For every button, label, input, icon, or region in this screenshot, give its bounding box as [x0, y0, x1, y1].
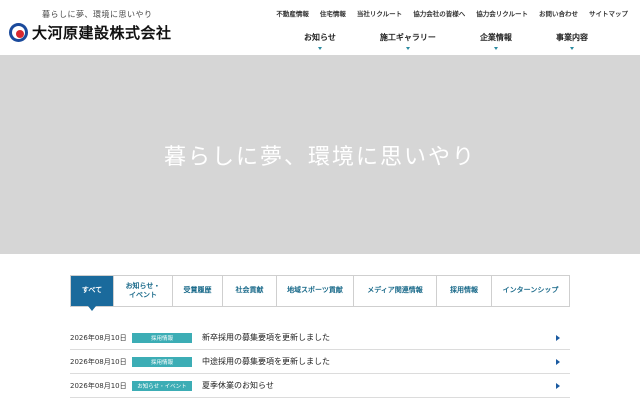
util-link-recruit[interactable]: 当社リクルート [357, 8, 402, 18]
util-link-realestate[interactable]: 不動産情報 [276, 8, 309, 18]
tab-local-sports[interactable]: 地域スポーツ貢献 [277, 276, 354, 306]
tab-recruit[interactable]: 採用情報 [437, 276, 492, 306]
site-header: 暮らしに夢、環境に思いやり 大河原建設株式会社 不動産情報 住宅情報 当社リクル… [0, 0, 640, 55]
caret-down-icon [405, 47, 410, 50]
tab-all[interactable]: すべて [71, 276, 114, 311]
arrow-right-icon [556, 334, 560, 341]
tab-awards[interactable]: 受賞履歴 [173, 276, 223, 306]
nav-item-gallery[interactable]: 施工ギャラリー [376, 32, 440, 50]
news-title[interactable]: 中途採用の募集要項を更新しました [202, 356, 330, 367]
tab-social-contribution[interactable]: 社会貢献 [223, 276, 277, 306]
news-category-badge: お知らせ・イベント [132, 380, 192, 391]
utility-nav: 不動産情報 住宅情報 当社リクルート 協力会社の皆様へ 協力会リクルート お問い… [276, 8, 628, 18]
nav-item-news[interactable]: お知らせ [300, 32, 340, 50]
caret-down-icon [493, 47, 498, 50]
news-category-badge: 採用情報 [132, 356, 192, 367]
tab-media[interactable]: メディア関連情報 [354, 276, 437, 306]
util-link-partner-recruit[interactable]: 協力会リクルート [476, 8, 528, 18]
nav-item-label: 施工ギャラリー [379, 33, 436, 42]
nav-item-label: お知らせ [304, 33, 336, 42]
caret-down-icon [569, 47, 574, 50]
news-item[interactable]: 2026年08月10日 お知らせ・イベント 夏季休業のお知らせ [70, 374, 570, 398]
company-logo[interactable]: 大河原建設株式会社 [9, 22, 172, 43]
nav-item-business[interactable]: 事業内容 [552, 32, 592, 50]
news-item[interactable]: 2026年08月10日 採用情報 新卒採用の募集要項を更新しました [70, 326, 570, 350]
tab-news-events[interactable]: お知らせ・ イベント [114, 276, 173, 306]
util-link-housing[interactable]: 住宅情報 [320, 8, 346, 18]
news-item[interactable]: 2026年08月10日 採用情報 中途採用の募集要項を更新しました [70, 350, 570, 374]
nav-item-label: 企業情報 [479, 33, 512, 42]
news-date: 2026年08月10日 [70, 381, 127, 390]
logo-mark-icon [9, 23, 28, 42]
hero-banner: 暮らしに夢、環境に思いやり [0, 55, 640, 254]
hero-text: 暮らしに夢、環境に思いやり [163, 144, 476, 170]
news-category-badge: 採用情報 [132, 332, 192, 343]
nav-item-label: 事業内容 [555, 33, 588, 42]
news-date: 2026年08月10日 [70, 333, 127, 342]
news-title[interactable]: 夏季休業のお知らせ [202, 380, 274, 391]
news-list: 2026年08月10日 採用情報 新卒採用の募集要項を更新しました 2026年0… [70, 326, 570, 398]
util-link-contact[interactable]: お問い合わせ [539, 8, 578, 18]
util-link-partners[interactable]: 協力会社の皆様へ [413, 8, 465, 18]
news-date: 2026年08月10日 [70, 357, 127, 366]
main-nav: お知らせ 施工ギャラリー 企業情報 事業内容 [300, 32, 592, 50]
news-title[interactable]: 新卒採用の募集要項を更新しました [202, 332, 330, 343]
nav-item-company[interactable]: 企業情報 [476, 32, 516, 50]
caret-down-icon [317, 47, 322, 50]
logo-text: 大河原建設株式会社 [32, 24, 172, 42]
arrow-right-icon [556, 358, 560, 365]
news-category-tabs: すべて お知らせ・ イベント 受賞履歴 社会貢献 地域スポーツ貢献 メディア関連… [70, 275, 570, 311]
tab-internship[interactable]: インターンシップ [492, 276, 569, 306]
tagline: 暮らしに夢、環境に思いやり [42, 10, 153, 19]
arrow-right-icon [556, 382, 560, 389]
util-link-sitemap[interactable]: サイトマップ [589, 8, 628, 18]
